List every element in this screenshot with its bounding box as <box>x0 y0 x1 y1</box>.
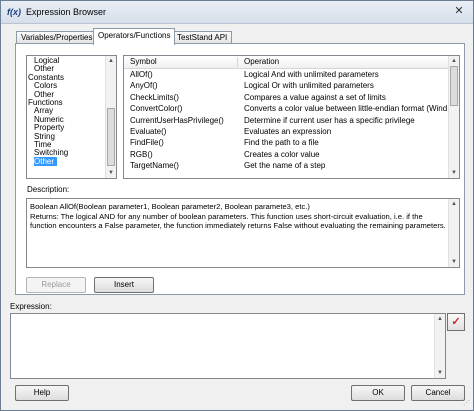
operation-row[interactable]: RGB() Creates a color value <box>124 149 449 160</box>
resize-grip-icon[interactable]: ⋰ <box>463 400 471 408</box>
scroll-down-icon[interactable]: ▼ <box>449 257 459 267</box>
operation-description: Find the path to a file <box>244 138 319 148</box>
operation-row[interactable]: CurrentUserHasPrivilege() Determine if cu… <box>124 115 449 126</box>
tree-scrollbar[interactable]: ▲ ▼ <box>105 56 116 178</box>
operation-symbol: RGB() <box>130 149 153 159</box>
scroll-down-icon[interactable]: ▼ <box>435 368 445 378</box>
operations-list-header: Symbol Operation <box>124 56 449 69</box>
tree-scroll-thumb[interactable] <box>107 108 115 166</box>
operation-description: Determine if current user has a specific… <box>244 115 415 125</box>
description-text: Boolean AllOf(Boolean parameter1, Boolea… <box>30 202 446 230</box>
operation-row[interactable]: AllOf() Logical And with unlimited parame… <box>124 69 449 80</box>
operation-row[interactable]: TargetName() Get the name of a step <box>124 160 449 171</box>
operation-symbol: FindFile() <box>130 138 164 148</box>
operation-description: Evaluates an expression <box>244 127 332 136</box>
ok-button[interactable]: OK <box>351 385 405 401</box>
expression-browser-window: f(x) Expression Browser ✕ Variables/Prop… <box>0 0 474 411</box>
close-icon[interactable]: ✕ <box>451 4 467 19</box>
scroll-up-icon[interactable]: ▲ <box>449 199 459 209</box>
operators-functions-panel: Logical Other Constants Colors Other Function… <box>15 43 465 295</box>
operation-row[interactable]: ConvertColor() Converts a color value bet… <box>124 103 449 114</box>
window-title: Expression Browser <box>26 7 107 17</box>
column-header-symbol[interactable]: Symbol <box>130 57 157 67</box>
operation-description: Creates a color value <box>244 149 320 159</box>
operation-row[interactable]: FindFile() Find the path to a file <box>124 137 449 148</box>
operation-description: Get the name of a step <box>244 161 326 171</box>
operation-symbol: TargetName() <box>130 161 179 171</box>
operation-symbol: Evaluate() <box>130 127 167 136</box>
scroll-down-icon[interactable]: ▼ <box>449 168 459 178</box>
scroll-down-icon[interactable]: ▼ <box>106 168 116 178</box>
scroll-up-icon[interactable]: ▲ <box>449 56 459 66</box>
description-label: Description: <box>27 185 70 194</box>
check-expression-icon[interactable]: ✓ <box>447 313 465 331</box>
operation-symbol: AnyOf() <box>130 81 158 91</box>
operation-description: Converts a color value between little-en… <box>244 104 449 114</box>
operation-row[interactable]: AnyOf() Logical Or with unlimited paramet… <box>124 80 449 91</box>
operation-description: Compares a value against a set of limits <box>244 92 386 102</box>
description-box: Boolean AllOf(Boolean parameter1, Boolea… <box>26 198 460 268</box>
expression-label: Expression: <box>10 302 52 311</box>
operation-description: Logical Or with unlimited parameters <box>244 81 374 91</box>
tree-item[interactable]: Other <box>34 156 58 166</box>
operation-symbol: AllOf() <box>130 70 153 79</box>
operations-list[interactable]: Symbol Operation AllOf() Logical And with… <box>123 55 460 179</box>
column-header-operation[interactable]: Operation <box>244 57 279 67</box>
expression-scrollbar[interactable]: ▲ ▼ <box>434 314 445 378</box>
operation-symbol: ConvertColor() <box>130 104 183 114</box>
insert-button[interactable]: Insert <box>94 277 154 293</box>
description-scrollbar[interactable]: ▲ ▼ <box>448 199 459 267</box>
category-tree[interactable]: Logical Other Constants Colors Other Function… <box>26 55 117 179</box>
operation-symbol: CurrentUserHasPrivilege() <box>130 115 224 125</box>
help-button[interactable]: Help <box>15 385 69 401</box>
expression-input[interactable]: ▲ ▼ <box>10 313 446 379</box>
operations-scroll-thumb[interactable] <box>450 66 458 106</box>
operation-row[interactable]: Evaluate() Evaluates an expression <box>124 126 449 137</box>
replace-button[interactable]: Replace <box>26 277 86 293</box>
operation-symbol: CheckLimits() <box>130 92 179 102</box>
fx-icon: f(x) <box>7 7 21 17</box>
tab-operators-functions[interactable]: Operators/Functions <box>93 28 176 45</box>
operations-scrollbar[interactable]: ▲ ▼ <box>448 56 459 178</box>
operation-row[interactable]: CheckLimits() Compares a value against a … <box>124 92 449 103</box>
scroll-up-icon[interactable]: ▲ <box>106 56 116 66</box>
cancel-button[interactable]: Cancel <box>411 385 465 401</box>
operation-description: Logical And with unlimited parameters <box>244 70 379 79</box>
scroll-up-icon[interactable]: ▲ <box>435 314 445 324</box>
title-bar: f(x) Expression Browser ✕ <box>1 1 473 24</box>
